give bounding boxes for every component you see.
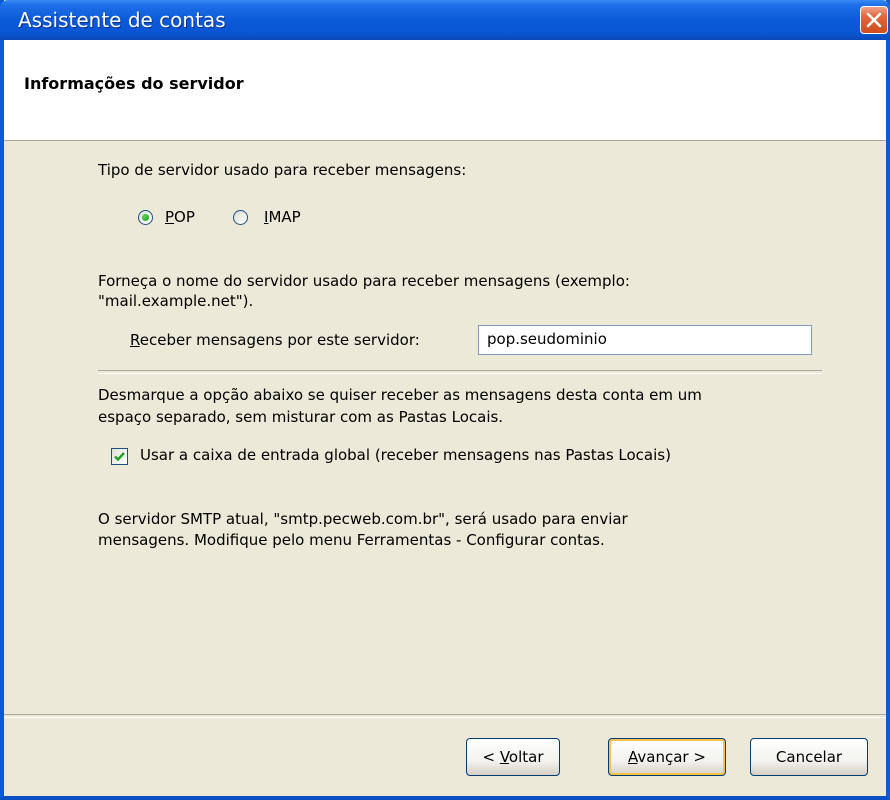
radio-pop-label: POP xyxy=(165,208,195,226)
radio-imap-label: IMAP xyxy=(264,208,301,226)
cancel-button[interactable]: Cancelar xyxy=(750,738,868,776)
window-title: Assistente de contas xyxy=(18,8,226,32)
smtp-note-line2: mensagens. Modifique pelo menu Ferrament… xyxy=(98,531,605,549)
title-bar[interactable]: Assistente de contas xyxy=(0,0,890,40)
radio-pop[interactable]: POP xyxy=(138,208,233,228)
back-button[interactable]: < Voltar xyxy=(466,738,560,776)
account-wizard-window: Assistente de contas Informações do serv… xyxy=(0,0,890,800)
inbox-description-line2: espaço separado, sem misturar com as Pas… xyxy=(98,408,504,426)
next-button[interactable]: Avançar > xyxy=(608,738,726,776)
wizard-content: Tipo de servidor usado para receber mens… xyxy=(4,141,886,711)
radio-imap[interactable]: IMAP xyxy=(233,208,323,228)
server-type-label: Tipo de servidor usado para receber mens… xyxy=(98,161,467,179)
server-name-description-line1: Forneça o nome do servidor usado para re… xyxy=(98,272,630,290)
server-name-description-line2: "mail.example.net"). xyxy=(98,292,254,310)
radio-pop-button[interactable] xyxy=(138,210,153,225)
checkmark-icon xyxy=(114,452,125,462)
close-button[interactable] xyxy=(860,6,888,34)
wizard-header: Informações do servidor xyxy=(4,40,886,141)
server-name-input[interactable]: pop.seudominio xyxy=(478,325,812,355)
radio-imap-button[interactable] xyxy=(233,210,248,225)
radio-selected-dot xyxy=(142,214,149,221)
global-inbox-checkbox[interactable] xyxy=(111,448,128,465)
smtp-note-line1: O servidor SMTP atual, "smtp.pecweb.com.… xyxy=(98,510,628,528)
inbox-description-line1: Desmarque a opção abaixo se quiser receb… xyxy=(98,386,702,404)
global-inbox-label[interactable]: Usar a caixa de entrada global (receber … xyxy=(140,446,671,464)
button-bar-divider xyxy=(4,714,886,718)
close-icon xyxy=(866,12,882,28)
section-divider xyxy=(98,370,822,374)
page-title: Informações do servidor xyxy=(24,74,244,93)
server-name-label: Receber mensagens por este servidor: xyxy=(130,331,420,349)
